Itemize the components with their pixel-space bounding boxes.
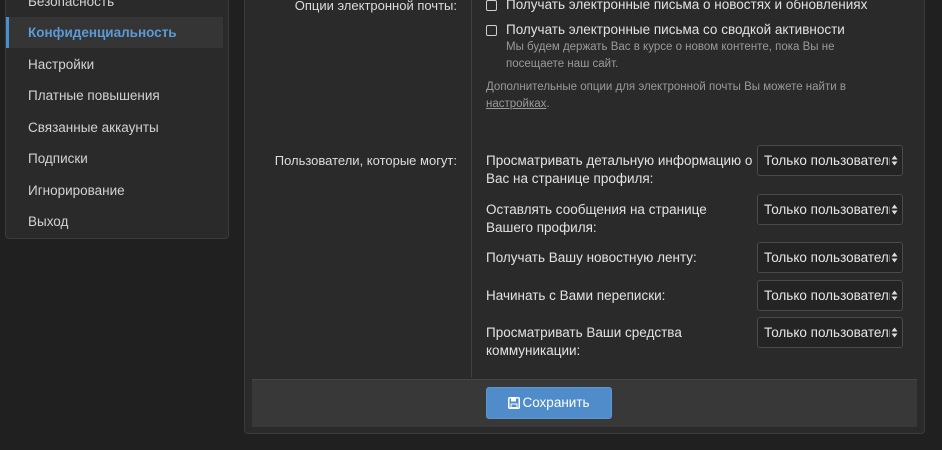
perm-conversations-select[interactable]: Только пользователи xyxy=(757,280,903,311)
select-value: Только пользователи xyxy=(764,202,890,217)
sidebar-item-upgrades[interactable]: Платные повышения xyxy=(6,80,223,111)
column-divider xyxy=(471,0,472,378)
perm-label-line: Получать Вашу новостную ленту: xyxy=(486,250,697,265)
save-icon xyxy=(508,390,521,420)
email-options-label: Опции электронной почты: xyxy=(294,0,457,13)
perm-news-feed-select[interactable]: Только пользователи xyxy=(757,242,903,273)
digest-email-checkbox-label[interactable]: Получать электронные письма со сводкой а… xyxy=(506,22,845,37)
perm-label-line: Оставлять сообщения на странице xyxy=(486,202,707,217)
sidebar-item-privacy[interactable]: Конфиденциальность xyxy=(6,17,223,48)
sidebar-item-connected-accounts[interactable]: Связанные аккаунты xyxy=(6,112,223,143)
sort-arrows-icon xyxy=(891,146,898,175)
perm-label-line: Вашего профиля: xyxy=(486,220,597,235)
perm-label-line: Просматривать детальную информацию о xyxy=(486,153,753,168)
select-value: Только пользователи xyxy=(764,153,890,168)
perm-label-line: Начинать с Вами переписки: xyxy=(486,288,666,303)
perm-label-line: Вас на странице профиля: xyxy=(486,171,654,186)
digest-hint: Мы будем держать Вас в курсе о новом кон… xyxy=(506,39,834,73)
perm-news-feed-label: Получать Вашу новостную ленту: xyxy=(486,249,754,267)
perm-identities-select[interactable]: Только пользователи xyxy=(757,317,903,348)
news-email-checkbox[interactable] xyxy=(486,0,497,11)
perm-label-line: Просматривать Ваши средства xyxy=(486,325,682,340)
select-value: Только пользователи xyxy=(764,288,890,303)
select-value: Только пользователи xyxy=(764,325,890,340)
permissions-label: Пользователи, которые могут: xyxy=(274,153,457,168)
sort-arrows-icon xyxy=(891,243,898,272)
sidebar-item-preferences[interactable]: Настройки xyxy=(6,49,223,80)
digest-hint-line2: посещаете наш сайт. xyxy=(506,58,619,70)
perm-identities-label: Просматривать Ваши средства коммуникации… xyxy=(486,324,754,360)
digest-hint-line1: Мы будем держать Вас в курсе о новом кон… xyxy=(506,41,835,53)
sort-arrows-icon xyxy=(891,281,898,310)
sort-arrows-icon xyxy=(891,318,898,347)
perm-post-profile-select[interactable]: Только пользователи xyxy=(757,194,903,225)
sidebar-item-logout[interactable]: Выход xyxy=(6,206,223,237)
save-button-label: Сохранить xyxy=(522,395,590,410)
perm-post-profile-label: Оставлять сообщения на странице Вашего п… xyxy=(486,201,754,237)
extra-hint-end: . xyxy=(546,98,550,110)
perm-view-profile-label: Просматривать детальную информацию о Вас… xyxy=(486,152,754,188)
select-value: Только пользователи xyxy=(764,250,890,265)
sort-arrows-icon xyxy=(891,195,898,224)
digest-email-checkbox[interactable] xyxy=(486,25,497,36)
save-button[interactable]: Сохранить xyxy=(486,387,612,419)
perm-conversations-label: Начинать с Вами переписки: xyxy=(486,287,754,305)
extra-hint-line1: Дополнительные опции для электронной поч… xyxy=(486,81,846,93)
preferences-link[interactable]: настройках xyxy=(486,98,546,110)
sidebar-item-subscriptions[interactable]: Подписки xyxy=(6,143,223,174)
account-sidebar: Безопасность Конфиденциальность Настройк… xyxy=(5,0,229,239)
news-email-checkbox-label[interactable]: Получать электронные письма о новостях и… xyxy=(506,0,867,12)
sidebar-item-ignoring[interactable]: Игнорирование xyxy=(6,175,223,206)
perm-label-line: коммуникации: xyxy=(486,343,581,358)
extra-email-hint: Дополнительные опции для электронной поч… xyxy=(486,79,846,113)
sidebar-item-security[interactable]: Безопасность xyxy=(6,0,223,17)
perm-view-profile-select[interactable]: Только пользователи xyxy=(757,145,903,176)
